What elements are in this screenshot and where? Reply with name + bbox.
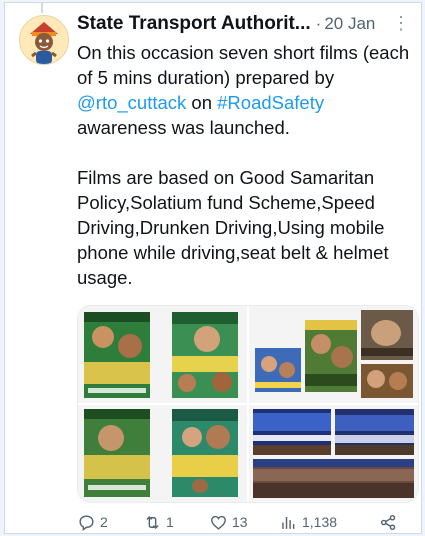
poster-1 [84,312,150,398]
poster-4 [305,320,357,392]
repost-button[interactable]: 1 [143,513,209,532]
separator-dot: · [315,14,322,33]
avatar[interactable] [19,15,69,65]
reply-button[interactable]: 2 [77,513,143,532]
views-icon [282,516,295,529]
media-image-2[interactable] [249,306,418,403]
tweet-card[interactable]: State Transport Authorit... · 20 Jan ⋮ O… [4,2,422,534]
event-photo-3 [253,459,414,498]
share-button[interactable] [379,513,403,532]
avatar-illustration [20,16,68,64]
views-button[interactable]: 1,138 [279,513,379,532]
tweet-media[interactable] [77,305,419,503]
poster-8 [172,409,238,497]
views-count: 1,138 [302,514,338,530]
poster-3 [255,348,301,392]
like-count: 13 [232,514,248,530]
share-icon [380,514,396,530]
tweet-actions: 2 1 13 1,138 [77,511,417,533]
repost-icon [146,515,159,529]
tweet-date[interactable]: 20 Jan [324,14,375,34]
thread-line [41,3,43,13]
hashtag-link[interactable]: #RoadSafety [217,92,324,113]
poster-7 [84,409,150,497]
tweet-text: On this occasion seven short films (each… [77,40,413,290]
tweet-paragraph-1: On this occasion seven short films (each… [77,40,413,140]
media-image-3[interactable] [78,405,247,502]
tweet-paragraph-2: Films are based on Good Samaritan Policy… [77,167,389,288]
event-photo-2 [335,409,414,455]
like-button[interactable]: 13 [209,513,279,532]
poster-5 [361,310,413,360]
heart-icon [211,515,226,530]
author-name[interactable]: State Transport Authorit... [77,13,311,35]
poster-2 [172,312,238,398]
text-on: on [186,92,218,113]
more-options-icon[interactable]: ⋮ [392,13,410,34]
tweet-header: State Transport Authorit... · 20 Jan ⋮ [77,13,413,39]
reply-count: 2 [100,514,108,530]
event-photo-1 [253,409,331,455]
text-line-1: On this occasion seven short films (each… [77,42,410,88]
reply-icon [79,514,94,531]
mention-link[interactable]: @rto_cuttack [77,92,186,113]
repost-count: 1 [166,514,174,530]
poster-6 [361,364,413,398]
text-after: awareness was launched. [77,117,290,138]
media-image-1[interactable] [78,306,247,403]
media-image-4[interactable] [249,405,418,502]
